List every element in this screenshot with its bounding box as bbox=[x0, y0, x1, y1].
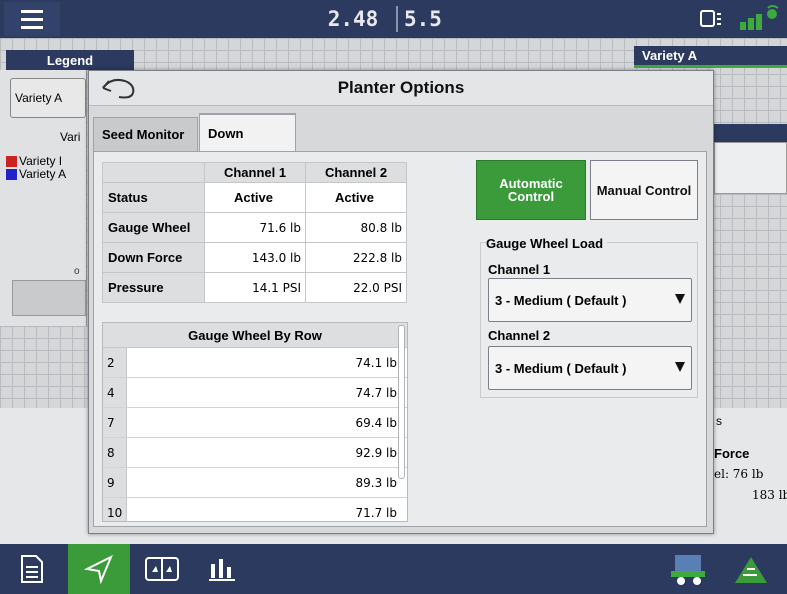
summary-label: s bbox=[716, 414, 722, 428]
bottom-bar bbox=[0, 544, 787, 594]
table-header: Channel 1 bbox=[204, 162, 306, 183]
status-value: Active bbox=[204, 182, 306, 213]
right-panel-header bbox=[714, 124, 787, 142]
status-table: Channel 1 Channel 2 Status Active Active… bbox=[102, 162, 407, 303]
list-item: 2 74.1 lb bbox=[103, 348, 407, 378]
split-view-icon[interactable] bbox=[134, 544, 190, 594]
tab-down[interactable]: Down bbox=[199, 113, 296, 151]
summary-line: 183 lb bbox=[752, 488, 787, 502]
right-panel-box bbox=[714, 142, 787, 194]
legend-swatch bbox=[6, 168, 17, 180]
planter-options-dialog: Planter Options Seed Monitor Down Channe… bbox=[88, 70, 714, 534]
chevron-down-icon bbox=[675, 362, 685, 372]
table-cell: 14.1 PSI bbox=[204, 272, 306, 303]
speed-readout: 2.48 bbox=[327, 7, 379, 31]
legend-swatch bbox=[6, 155, 17, 167]
select-value: 3 - Medium ( Default ) bbox=[495, 292, 627, 308]
summary-line: el: 76 lb bbox=[714, 467, 764, 481]
dialog-title: Planter Options bbox=[337, 78, 465, 97]
table-row: Down Force 143.0 lb 222.8 lb bbox=[102, 242, 407, 273]
table-header bbox=[102, 162, 205, 183]
channel-2-select[interactable]: 3 - Medium ( Default ) bbox=[488, 346, 692, 390]
list-item: 7 69.4 lb bbox=[103, 408, 407, 438]
manual-control-button[interactable]: Manual Control bbox=[590, 160, 698, 220]
top-bar: 2.48 5.5 bbox=[0, 0, 787, 38]
menu-icon[interactable] bbox=[4, 2, 60, 36]
table-row: Gauge Wheel 71.6 lb 80.8 lb bbox=[102, 212, 407, 243]
row-label: Gauge Wheel bbox=[102, 212, 205, 243]
tab-content: Channel 1 Channel 2 Status Active Active… bbox=[93, 151, 707, 527]
legend-title: Vari bbox=[60, 130, 81, 144]
automatic-control-button[interactable]: Automatic Control bbox=[476, 160, 586, 220]
report-icon[interactable] bbox=[0, 544, 64, 594]
channel-1-select[interactable]: 3 - Medium ( Default ) bbox=[488, 278, 692, 322]
gauge-wheel-by-row-list[interactable]: Gauge Wheel By Row 2 74.1 lb 4 74.7 lb 7… bbox=[102, 322, 408, 522]
list-item: 8 92.9 lb bbox=[103, 438, 407, 468]
table-cell: 71.6 lb bbox=[204, 212, 306, 243]
table-cell: 143.0 lb bbox=[204, 242, 306, 273]
bar-chart-icon[interactable] bbox=[194, 544, 250, 594]
table-row: Status Active Active bbox=[102, 182, 407, 213]
back-icon[interactable] bbox=[97, 75, 141, 101]
status-value: Active bbox=[305, 182, 407, 213]
list-item: 4 74.7 lb bbox=[103, 378, 407, 408]
variety-button[interactable]: Variety A bbox=[10, 78, 86, 118]
tab-seed-monitor[interactable]: Seed Monitor bbox=[93, 117, 198, 151]
channel-2-label: Channel 2 bbox=[488, 328, 551, 343]
gps-signal-icon[interactable] bbox=[738, 4, 782, 34]
scrollbar[interactable] bbox=[398, 325, 405, 479]
legend-item: Variety A bbox=[6, 167, 66, 181]
table-cell: 80.8 lb bbox=[305, 212, 407, 243]
field-icon[interactable] bbox=[722, 544, 780, 594]
rotate-button[interactable] bbox=[12, 280, 86, 316]
legend-tab[interactable]: Legend bbox=[6, 50, 134, 70]
row-label: Down Force bbox=[102, 242, 205, 273]
rate-readout: 5.5 bbox=[404, 7, 442, 31]
list-item: 9 89.3 lb bbox=[103, 468, 407, 498]
gauge-wheel-load-title: Gauge Wheel Load bbox=[486, 236, 608, 251]
legend-marker: o bbox=[74, 266, 80, 277]
display-icon[interactable] bbox=[700, 8, 722, 30]
row-label: Status bbox=[102, 182, 205, 213]
summary-force-title: Force bbox=[714, 446, 750, 461]
chevron-down-icon bbox=[675, 294, 685, 304]
list-title: Gauge Wheel By Row bbox=[103, 323, 407, 348]
list-item: 10 71.7 lb bbox=[103, 498, 407, 521]
table-header-row: Channel 1 Channel 2 bbox=[102, 162, 407, 183]
table-cell: 222.8 lb bbox=[305, 242, 407, 273]
table-cell: 22.0 PSI bbox=[305, 272, 407, 303]
table-row: Pressure 14.1 PSI 22.0 PSI bbox=[102, 272, 407, 303]
select-value: 3 - Medium ( Default ) bbox=[495, 360, 627, 376]
row-label: Pressure bbox=[102, 272, 205, 303]
legend-item: Variety I bbox=[6, 154, 62, 168]
channel-1-label: Channel 1 bbox=[488, 262, 551, 277]
variety-tab[interactable]: Variety A bbox=[634, 46, 787, 68]
divider bbox=[396, 6, 398, 32]
planter-icon[interactable] bbox=[662, 544, 712, 594]
navigation-icon[interactable] bbox=[68, 544, 130, 594]
table-header: Channel 2 bbox=[305, 162, 407, 183]
dialog-header: Planter Options bbox=[89, 71, 713, 106]
